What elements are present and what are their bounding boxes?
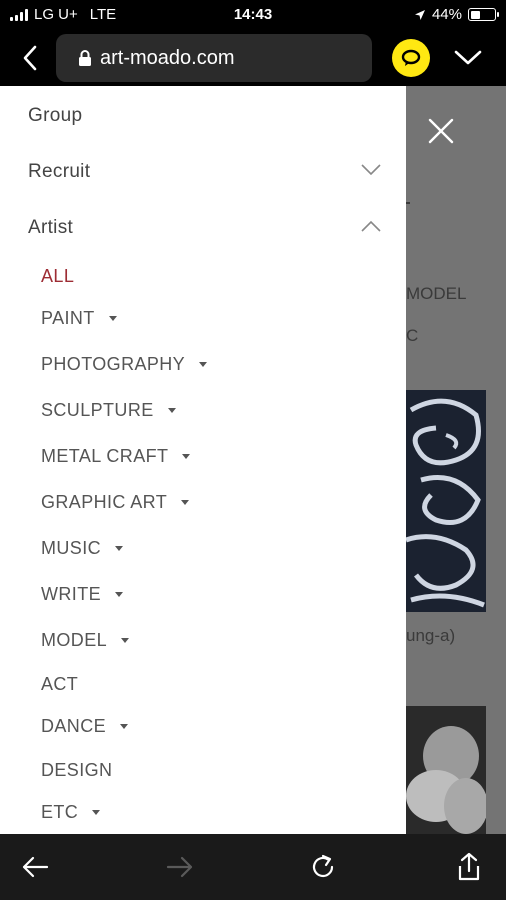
- caret-down-icon[interactable]: [182, 454, 191, 459]
- submenu-item-sculpture[interactable]: SCULPTURE: [41, 400, 176, 421]
- speech-bubble-icon: [401, 49, 421, 66]
- reload-button[interactable]: [306, 850, 340, 884]
- submenu-label: GRAPHIC ART: [41, 492, 168, 512]
- background-divider: [406, 202, 410, 204]
- status-bar: LG U+ LTE 14:43 44%: [0, 0, 506, 30]
- caret-down-icon[interactable]: [108, 316, 117, 321]
- caret-down-icon[interactable]: [115, 546, 123, 551]
- submenu-item-write[interactable]: WRITE: [41, 584, 123, 605]
- caret-down-icon[interactable]: [92, 810, 101, 815]
- close-menu-icon[interactable]: [426, 116, 456, 146]
- submenu-item-design[interactable]: DESIGN: [41, 760, 112, 781]
- url-text: art-moado.com: [100, 46, 235, 69]
- chevron-down-icon[interactable]: [360, 163, 382, 177]
- background-c-text: C: [406, 326, 419, 345]
- battery-icon: [468, 8, 499, 21]
- submenu-item-photography[interactable]: PHOTOGRAPHY: [41, 354, 208, 375]
- navigation-drawer: Group Recruit Artist ALL PAINT PHOTOGRAP…: [0, 86, 406, 834]
- forward-arrow-icon: [166, 856, 193, 878]
- artwork-image-1[interactable]: [406, 390, 486, 612]
- page-back-button[interactable]: [18, 850, 52, 884]
- submenu-item-dance[interactable]: DANCE: [41, 716, 129, 737]
- web-content: MODEL C ung-a) Group Recruit Artist ALL …: [0, 86, 506, 834]
- location-arrow-icon: [414, 9, 425, 20]
- caret-down-icon[interactable]: [199, 362, 208, 367]
- share-icon: [458, 852, 480, 881]
- kakao-chat-button[interactable]: [392, 39, 430, 77]
- share-button[interactable]: [452, 850, 486, 884]
- submenu-label: ETC: [41, 802, 79, 822]
- page-forward-button[interactable]: [163, 850, 197, 884]
- battery-percent: 44%: [431, 6, 462, 23]
- submenu-label: MODEL: [41, 630, 108, 650]
- sculpture-photo-image: [406, 706, 486, 834]
- chevron-down-icon: [454, 50, 482, 65]
- browser-top-bar: art-moado.com: [0, 30, 506, 86]
- menu-item-group[interactable]: Group: [28, 105, 82, 127]
- submenu-label: PAINT: [41, 308, 95, 328]
- lock-icon: [79, 50, 91, 66]
- caret-down-icon[interactable]: [115, 592, 123, 597]
- submenu-label: METAL CRAFT: [41, 446, 169, 466]
- menu-item-artist[interactable]: Artist: [28, 217, 73, 239]
- browser-bottom-toolbar: [0, 834, 506, 900]
- collapse-toolbar-button[interactable]: [452, 42, 484, 74]
- artwork-image-2[interactable]: [406, 706, 486, 834]
- submenu-item-metal-craft[interactable]: METAL CRAFT: [41, 446, 191, 467]
- status-right: 44%: [414, 6, 499, 23]
- submenu-label: ACT: [41, 674, 79, 694]
- caret-down-icon[interactable]: [181, 500, 190, 505]
- dimmed-page-overlay[interactable]: MODEL C ung-a): [406, 86, 506, 834]
- browser-back-button[interactable]: [14, 42, 46, 74]
- submenu-label: SCULPTURE: [41, 400, 154, 420]
- background-caption-text: ung-a): [406, 626, 456, 645]
- abstract-pattern-image: [406, 390, 486, 612]
- caret-down-icon[interactable]: [120, 724, 129, 729]
- chevron-up-icon[interactable]: [360, 219, 382, 233]
- submenu-label: WRITE: [41, 584, 101, 604]
- submenu-item-act[interactable]: ACT: [41, 674, 78, 695]
- submenu-item-paint[interactable]: PAINT: [41, 308, 117, 329]
- submenu-item-all[interactable]: ALL: [41, 266, 74, 287]
- submenu-label: PHOTOGRAPHY: [41, 354, 186, 374]
- submenu-item-model[interactable]: MODEL: [41, 630, 130, 651]
- reload-icon: [312, 854, 334, 878]
- background-model-text: MODEL: [406, 284, 467, 303]
- submenu-item-graphic-art[interactable]: GRAPHIC ART: [41, 492, 190, 513]
- menu-item-recruit[interactable]: Recruit: [28, 161, 90, 183]
- caret-down-icon[interactable]: [167, 408, 176, 413]
- chevron-left-icon: [23, 45, 37, 71]
- submenu-label: DANCE: [41, 716, 107, 736]
- caret-down-icon[interactable]: [121, 638, 130, 643]
- back-arrow-icon: [22, 856, 49, 878]
- submenu-label: MUSIC: [41, 538, 101, 558]
- address-bar[interactable]: art-moado.com: [56, 34, 372, 82]
- submenu-label: ALL: [41, 266, 75, 286]
- submenu-item-etc[interactable]: ETC: [41, 802, 101, 823]
- submenu-label: DESIGN: [41, 760, 113, 780]
- submenu-item-music[interactable]: MUSIC: [41, 538, 123, 559]
